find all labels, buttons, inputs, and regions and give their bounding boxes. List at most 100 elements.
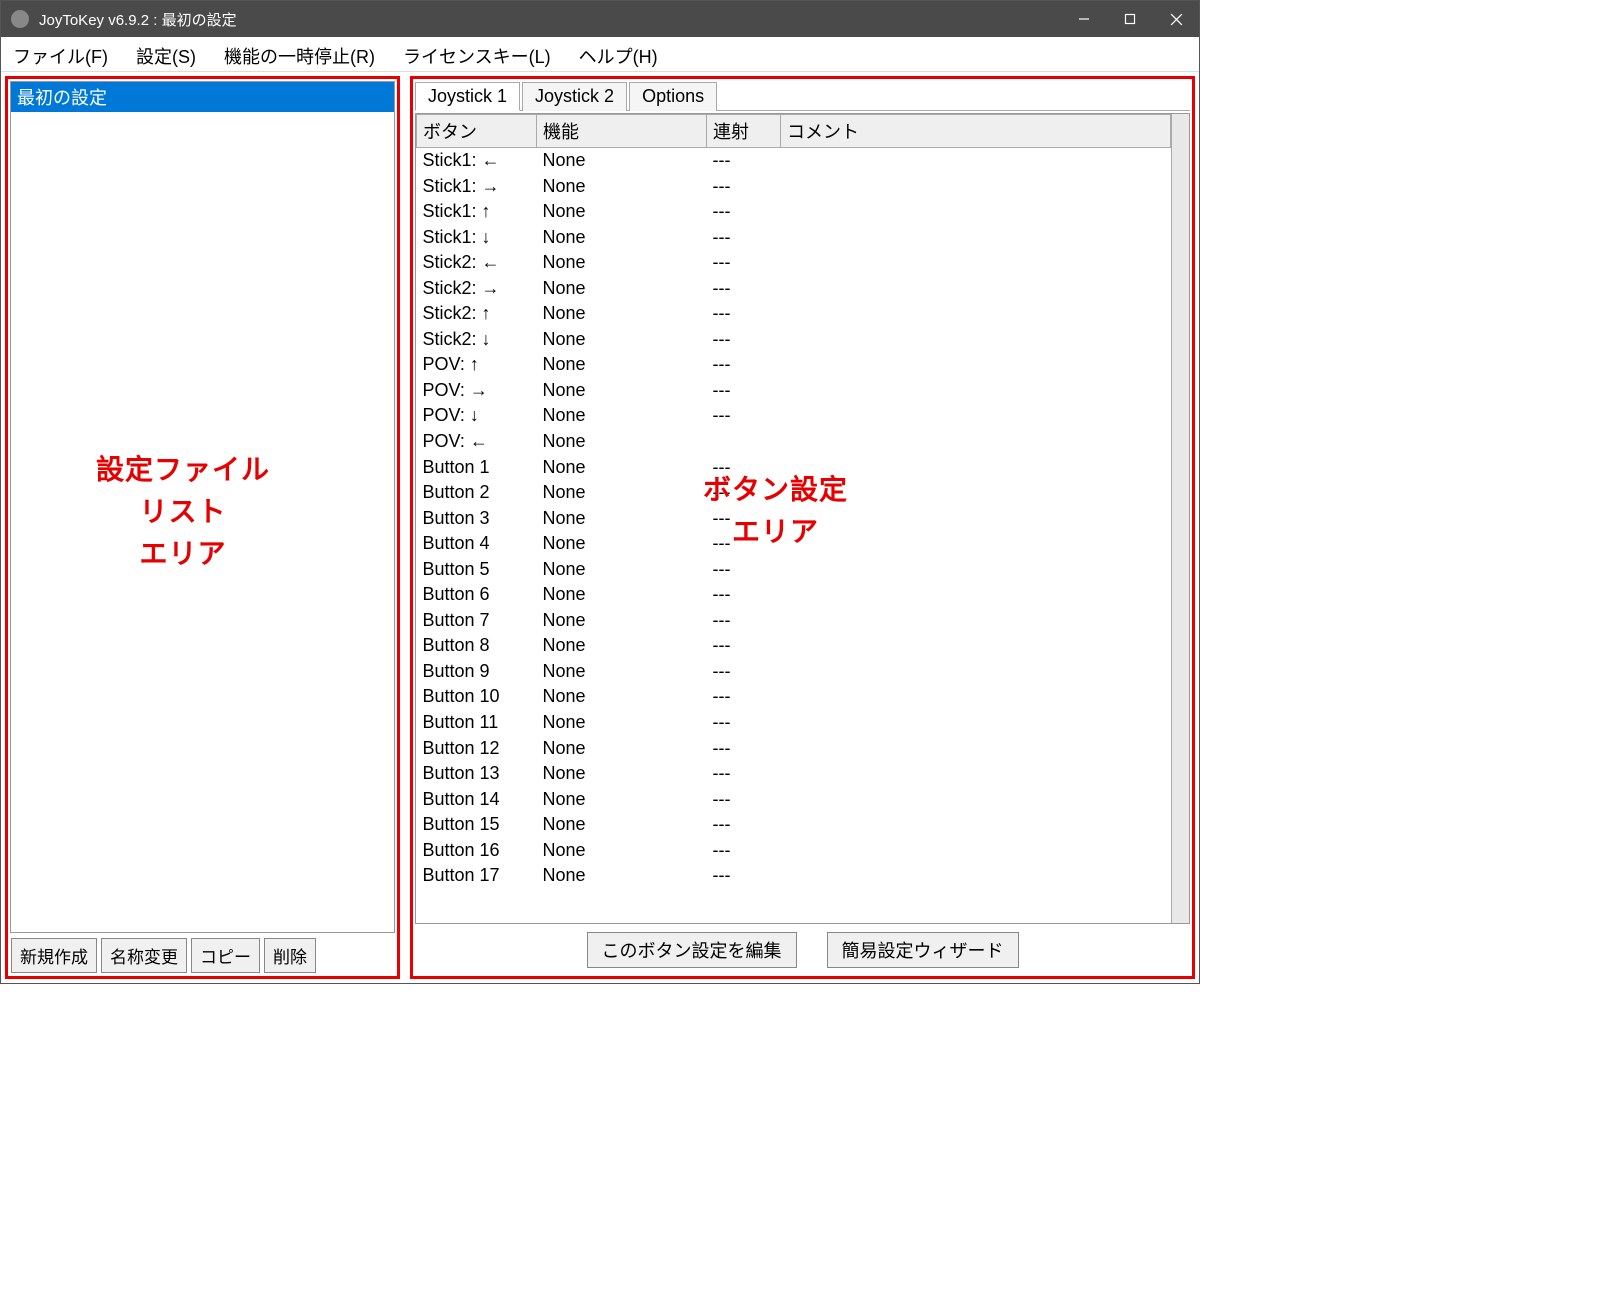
table-row[interactable]: Button 16None--- (417, 838, 1171, 864)
table-row[interactable]: POV: ↑None--- (417, 352, 1171, 378)
cell-rapid: --- (707, 684, 781, 710)
cell-func: None (537, 506, 707, 532)
cell-rapid: --- (707, 506, 781, 532)
table-row[interactable]: Button 13None--- (417, 761, 1171, 787)
wizard-button[interactable]: 簡易設定ウィザード (827, 932, 1019, 968)
table-row[interactable]: Button 8None--- (417, 633, 1171, 659)
cell-rapid: --- (707, 557, 781, 583)
table-row[interactable]: Stick1: ↓None--- (417, 225, 1171, 251)
cell-rapid: --- (707, 582, 781, 608)
close-button[interactable] (1153, 1, 1199, 37)
menu-license[interactable]: ライセンスキー(L) (395, 41, 559, 71)
cell-button: Button 3 (417, 506, 537, 532)
rename-button[interactable]: 名称変更 (101, 938, 187, 973)
cell-rapid: --- (707, 736, 781, 762)
menu-pause[interactable]: 機能の一時停止(R) (216, 41, 383, 71)
cell-button: Button 14 (417, 787, 537, 813)
copy-button[interactable]: コピー (191, 938, 260, 973)
table-row[interactable]: Button 2None--- (417, 480, 1171, 506)
cell-func: None (537, 633, 707, 659)
cell-comment (781, 506, 1171, 532)
profile-item[interactable]: 最初の設定 (11, 82, 394, 112)
cell-comment (781, 710, 1171, 736)
table-row[interactable]: Button 12None--- (417, 736, 1171, 762)
cell-comment (781, 812, 1171, 838)
table-row[interactable]: Button 9None--- (417, 659, 1171, 685)
table-row[interactable]: Stick2: →None--- (417, 276, 1171, 302)
cell-button: Button 1 (417, 455, 537, 481)
tab-joystick1[interactable]: Joystick 1 (415, 82, 520, 111)
col-comment[interactable]: コメント (781, 115, 1171, 148)
cell-button: Button 16 (417, 838, 537, 864)
cell-rapid: --- (707, 327, 781, 353)
cell-button: POV: ↑ (417, 352, 537, 378)
menu-settings[interactable]: 設定(S) (128, 41, 204, 71)
profile-list[interactable]: 最初の設定 (10, 81, 395, 933)
cell-rapid: --- (707, 633, 781, 659)
cell-button: Stick1: ↑ (417, 199, 537, 225)
vertical-scrollbar[interactable] (1171, 114, 1189, 923)
tab-joystick2[interactable]: Joystick 2 (522, 82, 627, 111)
table-row[interactable]: Button 15None--- (417, 812, 1171, 838)
delete-button[interactable]: 削除 (264, 938, 316, 973)
cell-comment (781, 199, 1171, 225)
cell-func: None (537, 480, 707, 506)
table-row[interactable]: Button 17None--- (417, 863, 1171, 889)
menubar: ファイル(F) 設定(S) 機能の一時停止(R) ライセンスキー(L) ヘルプ(… (1, 37, 1199, 72)
cell-func: None (537, 557, 707, 583)
cell-func: None (537, 455, 707, 481)
cell-button: Button 15 (417, 812, 537, 838)
cell-rapid: --- (707, 608, 781, 634)
cell-button: Button 9 (417, 659, 537, 685)
cell-comment (781, 659, 1171, 685)
cell-func: None (537, 301, 707, 327)
cell-button: Stick2: ↓ (417, 327, 537, 353)
col-func[interactable]: 機能 (537, 115, 707, 148)
table-row[interactable]: Stick1: ←None--- (417, 148, 1171, 174)
mapping-table[interactable]: ボタン 機能 連射 コメント Stick1: ←None---Stick1: →… (416, 114, 1171, 889)
edit-button[interactable]: このボタン設定を編集 (587, 932, 797, 968)
cell-comment (781, 787, 1171, 813)
table-row[interactable]: POV: ←None (417, 429, 1171, 455)
cell-func: None (537, 429, 707, 455)
content-area: 最初の設定 新規作成 名称変更 コピー 削除 設定ファイルリストエリア Joys… (1, 72, 1199, 983)
cell-comment (781, 429, 1171, 455)
menu-help[interactable]: ヘルプ(H) (571, 41, 666, 71)
minimize-button[interactable] (1061, 1, 1107, 37)
cell-rapid: --- (707, 199, 781, 225)
table-row[interactable]: Button 5None--- (417, 557, 1171, 583)
titlebar: JoyToKey v6.9.2 : 最初の設定 (1, 1, 1199, 37)
table-row[interactable]: Button 10None--- (417, 684, 1171, 710)
table-row[interactable]: Stick2: ←None--- (417, 250, 1171, 276)
cell-func: None (537, 174, 707, 200)
cell-button: Button 12 (417, 736, 537, 762)
cell-button: Stick2: → (417, 276, 537, 302)
table-row[interactable]: Button 4None--- (417, 531, 1171, 557)
menu-file[interactable]: ファイル(F) (5, 41, 116, 71)
maximize-button[interactable] (1107, 1, 1153, 37)
table-row[interactable]: Stick1: →None--- (417, 174, 1171, 200)
table-row[interactable]: POV: ↓None--- (417, 403, 1171, 429)
table-row[interactable]: Button 11None--- (417, 710, 1171, 736)
table-row[interactable]: Button 7None--- (417, 608, 1171, 634)
table-row[interactable]: Button 14None--- (417, 787, 1171, 813)
table-row[interactable]: POV: →None--- (417, 378, 1171, 404)
cell-func: None (537, 531, 707, 557)
cell-func: None (537, 327, 707, 353)
cell-func: None (537, 838, 707, 864)
cell-func: None (537, 378, 707, 404)
table-row[interactable]: Button 1None--- (417, 455, 1171, 481)
table-row[interactable]: Stick2: ↑None--- (417, 301, 1171, 327)
tab-options[interactable]: Options (629, 82, 717, 111)
table-row[interactable]: Button 3None--- (417, 506, 1171, 532)
cell-func: None (537, 787, 707, 813)
mapping-table-wrap: ボタン 機能 連射 コメント Stick1: ←None---Stick1: →… (415, 113, 1190, 924)
col-rapid[interactable]: 連射 (707, 115, 781, 148)
new-button[interactable]: 新規作成 (11, 938, 97, 973)
cell-comment (781, 301, 1171, 327)
table-row[interactable]: Button 6None--- (417, 582, 1171, 608)
table-row[interactable]: Stick1: ↑None--- (417, 199, 1171, 225)
table-row[interactable]: Stick2: ↓None--- (417, 327, 1171, 353)
window-controls (1061, 1, 1199, 37)
col-button[interactable]: ボタン (417, 115, 537, 148)
